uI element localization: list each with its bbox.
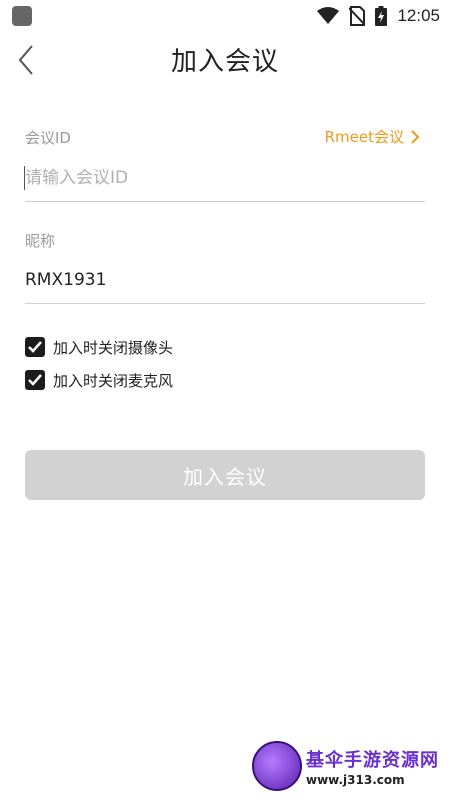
status-bar: 12:05 (0, 0, 450, 32)
text-cursor (24, 166, 25, 190)
join-meeting-button[interactable]: 加入会议 (25, 450, 425, 500)
watermark-logo-icon (252, 741, 302, 791)
nickname-underline (25, 303, 425, 304)
checkbox-checked-icon (25, 370, 45, 390)
no-sim-icon (349, 6, 366, 26)
app-icon (12, 6, 32, 26)
page-title: 加入会议 (170, 47, 279, 77)
meeting-id-underline (25, 201, 425, 202)
checkbox-checked-icon (25, 337, 45, 357)
rmeet-link[interactable]: Rmeet会议 (325, 126, 420, 147)
checkbox-disable-camera[interactable]: 加入时关闭摄像头 (25, 335, 173, 359)
meeting-id-label: 会议ID (25, 129, 71, 147)
checkbox-camera-label: 加入时关闭摄像头 (53, 338, 174, 357)
checkmark-icon (28, 374, 42, 386)
header: 加入会议 (0, 32, 450, 88)
nickname-label: 昵称 (25, 232, 56, 250)
watermark-url: www.j313.com (306, 772, 405, 787)
checkbox-disable-microphone[interactable]: 加入时关闭麦克风 (25, 368, 173, 392)
checkbox-microphone-label: 加入时关闭麦克风 (53, 371, 174, 390)
clock-time: 12:05 (397, 6, 440, 25)
status-icons: 12:05 (317, 4, 440, 28)
chevron-right-icon (411, 129, 420, 144)
checkmark-icon (28, 341, 42, 353)
battery-icon (375, 6, 388, 26)
meeting-id-input[interactable] (25, 160, 425, 196)
watermark: 基伞手游资源网 www.j313.com (252, 738, 448, 794)
watermark-text: 基伞手游资源网 www.j313.com (306, 746, 439, 787)
nickname-input[interactable] (25, 262, 425, 298)
wifi-icon (317, 7, 340, 24)
watermark-title: 基伞手游资源网 (306, 749, 439, 771)
rmeet-link-label: Rmeet会议 (324, 128, 404, 146)
